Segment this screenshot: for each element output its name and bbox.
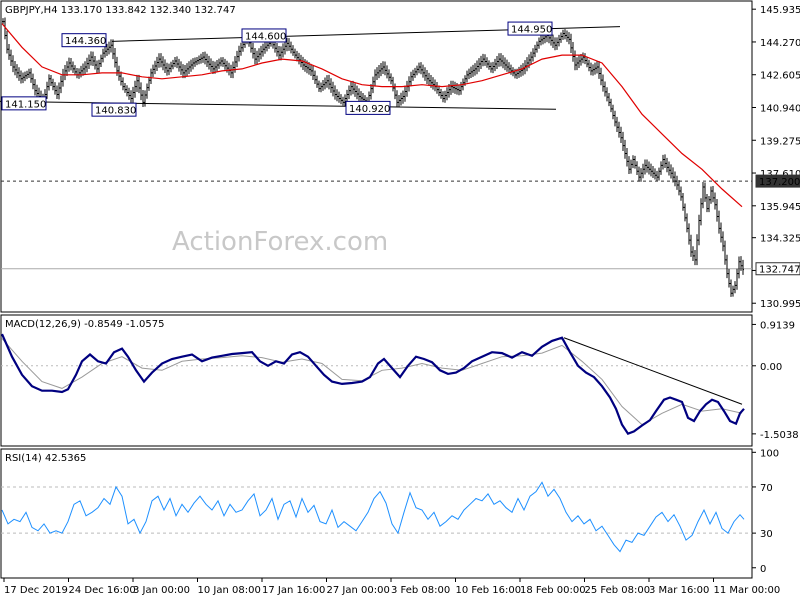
price-annotation-label: 144.600 xyxy=(245,31,286,42)
macd-tick-label: -1.5038 xyxy=(760,430,799,441)
time-tick-label: 17 Jan 16:00 xyxy=(262,585,325,596)
price-annotation-label: 144.360 xyxy=(65,36,106,47)
price-annotation-label: 140.920 xyxy=(349,104,390,115)
time-tick-label: 3 Jan 00:00 xyxy=(133,585,190,596)
price-header: GBPJPY,H4 133.170 133.842 132.340 132.74… xyxy=(5,5,236,16)
macd-tick-label: 0.00 xyxy=(760,362,782,373)
price-tick-label: 134.325 xyxy=(760,234,800,245)
time-tick-label: 10 Feb 16:00 xyxy=(456,585,522,596)
time-tick-label: 27 Jan 00:00 xyxy=(327,585,390,596)
time-tick-label: 11 Mar 00:00 xyxy=(714,585,781,596)
gbpjpy-chart: ActionForex.com GBPJPY,H4 133.170 133.84… xyxy=(0,0,800,596)
price-tick-label: 140.940 xyxy=(760,103,800,114)
price-level-badge-label: 132.747 xyxy=(759,265,800,276)
rsi-tick-label: 100 xyxy=(760,448,779,459)
time-tick-label: 3 Feb 08:00 xyxy=(391,585,450,596)
time-tick-label: 17 Dec 2019 xyxy=(4,585,68,596)
price-tick-label: 139.275 xyxy=(760,136,800,147)
price-annotation-label: 141.150 xyxy=(5,99,46,110)
watermark: ActionForex.com xyxy=(172,227,388,257)
price-tick-label: 144.270 xyxy=(760,38,800,49)
price-tick-label: 130.995 xyxy=(760,299,800,310)
time-tick-label: 3 Mar 16:00 xyxy=(649,585,709,596)
price-level-badge-label: 137.200 xyxy=(759,177,800,188)
rsi-label: RSI(14) 42.5365 xyxy=(5,453,86,464)
price-tick-label: 145.935 xyxy=(760,5,800,16)
price-panel-frame xyxy=(0,0,753,313)
price-tick-label: 142.605 xyxy=(760,71,800,82)
time-tick-label: 10 Jan 08:00 xyxy=(198,585,261,596)
price-annotation-label: 140.830 xyxy=(95,106,136,117)
macd-y-axis: 0.9139 0.00 -1.5038 xyxy=(752,320,799,441)
rsi-tick-label: 30 xyxy=(760,529,773,540)
price-y-axis: 145.935144.270142.605140.940139.275137.6… xyxy=(752,5,800,310)
rsi-y-axis: 100 70 30 0 xyxy=(752,448,779,575)
rsi-tick-label: 0 xyxy=(760,564,766,575)
rsi-panel-frame xyxy=(0,448,753,579)
chart-root: ActionForex.com GBPJPY,H4 133.170 133.84… xyxy=(0,0,800,600)
price-annotation-label: 144.950 xyxy=(511,25,552,36)
rsi-tick-label: 70 xyxy=(760,483,773,494)
price-tick-label: 135.945 xyxy=(760,202,800,213)
macd-tick-label: 0.9139 xyxy=(760,320,795,331)
time-tick-label: 24 Dec 16:00 xyxy=(69,585,136,596)
macd-label: MACD(12,26,9) -0.8549 -1.0575 xyxy=(5,319,165,330)
time-axis: 17 Dec 2019 24 Dec 16:003 Jan 00:00 10 Jan… xyxy=(3,578,781,596)
time-tick-label: 25 Feb 08:00 xyxy=(585,585,651,596)
time-tick-label: 18 Feb 00:00 xyxy=(520,585,586,596)
